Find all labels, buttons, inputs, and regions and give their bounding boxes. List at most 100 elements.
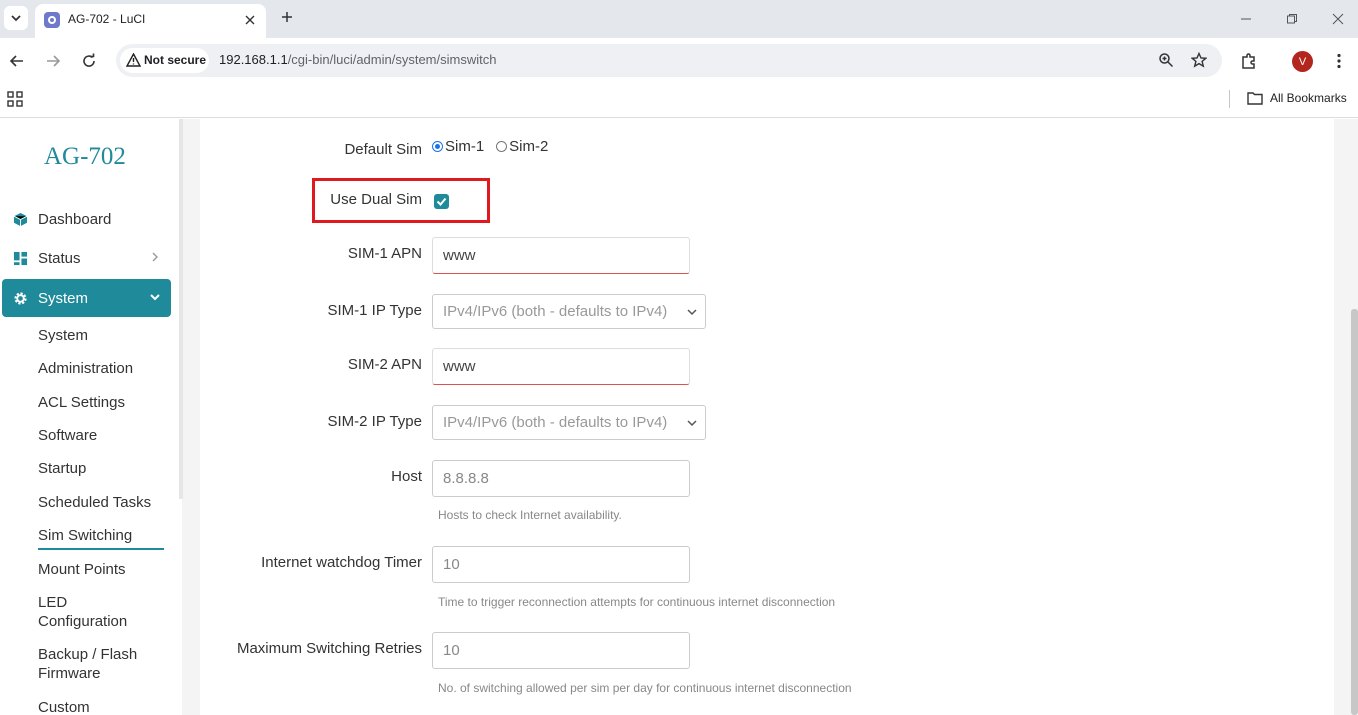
arrow-right-icon (47, 55, 61, 67)
close-tab-button[interactable] (240, 10, 260, 30)
sidebar: AG-702 Dashboard Status System System Ad… (0, 119, 182, 715)
extensions-button[interactable] (1238, 50, 1260, 72)
nav-system-label: System (38, 289, 89, 307)
warning-icon (126, 53, 141, 67)
watchdog-timer-hint: Time to trigger reconnection attempts fo… (438, 595, 836, 609)
host-input[interactable]: 8.8.8.8 (432, 460, 690, 497)
sub-sim-switching[interactable]: Sim Switching (38, 526, 164, 550)
sub-led-configuration[interactable]: LED Configuration (38, 593, 148, 631)
close-icon (1332, 13, 1344, 25)
sub-scheduled-tasks[interactable]: Scheduled Tasks (38, 493, 168, 512)
radio-selected-icon (432, 141, 443, 152)
use-dual-sim-label: Use Dual Sim (330, 191, 422, 208)
max-retries-input[interactable]: 10 (432, 632, 690, 669)
nav-status-label: Status (38, 249, 81, 267)
tab-title: AG-702 - LuCI (68, 12, 146, 26)
sim1-ip-type-value: IPv4/IPv6 (both - defaults to IPv4) (443, 303, 668, 320)
sim-1-radio[interactable]: Sim-1 (432, 138, 484, 155)
reload-button[interactable] (78, 50, 100, 72)
nav-dashboard-label: Dashboard (38, 210, 112, 228)
profile-avatar[interactable]: V (1292, 51, 1313, 72)
menu-button[interactable] (1328, 50, 1350, 72)
favicon-icon (44, 12, 60, 28)
chevron-down-icon (687, 309, 697, 316)
chevron-right-icon (152, 252, 158, 262)
default-sim-label: Default Sim (344, 141, 422, 158)
minimize-button[interactable] (1236, 9, 1256, 29)
sub-administration[interactable]: Administration (38, 359, 168, 378)
sim1-ip-type-select[interactable]: IPv4/IPv6 (both - defaults to IPv4) (432, 294, 706, 329)
url-host: 192.168.1.1 (219, 52, 288, 67)
sim1-apn-label: SIM-1 APN (347, 245, 422, 262)
nav-dashboard[interactable]: Dashboard (2, 200, 171, 238)
host-label: Host (391, 468, 422, 485)
chevron-down-icon (11, 15, 21, 22)
sim2-ip-type-label: SIM-2 IP Type (327, 413, 423, 430)
zoom-button[interactable] (1156, 50, 1176, 70)
grid-icon (13, 251, 28, 266)
sub-startup[interactable]: Startup (38, 459, 168, 478)
reload-icon (83, 53, 95, 67)
sub-backup-flash[interactable]: Backup / Flash Firmware (38, 645, 148, 683)
tab-search-button[interactable] (4, 6, 28, 30)
watchdog-timer-input[interactable]: 10 (432, 546, 690, 583)
default-sim-radio-group: Sim-1 Sim-2 (432, 138, 548, 155)
new-tab-button[interactable] (277, 7, 297, 27)
close-icon (245, 15, 255, 25)
address-bar[interactable]: Not secure 192.168.1.1/cgi-bin/luci/admi… (116, 44, 1222, 77)
sub-software[interactable]: Software (38, 426, 168, 445)
back-button[interactable] (6, 50, 28, 72)
zoom-icon (1159, 53, 1174, 68)
sim2-ip-type-select[interactable]: IPv4/IPv6 (both - defaults to IPv4) (432, 405, 706, 440)
cube-icon (13, 212, 28, 227)
browser-tab[interactable]: AG-702 - LuCI (35, 4, 266, 38)
sim2-ip-type-value: IPv4/IPv6 (both - defaults to IPv4) (443, 414, 668, 431)
plus-icon (282, 12, 292, 22)
watchdog-timer-label: Internet watchdog Timer (261, 554, 422, 571)
sim-1-radio-label: Sim-1 (445, 138, 485, 155)
nav-system[interactable]: System (2, 279, 171, 317)
security-label: Not secure (144, 53, 207, 67)
max-retries-label: Maximum Switching Retries (236, 640, 422, 657)
all-bookmarks-label: All Bookmarks (1270, 91, 1347, 105)
restore-icon (1287, 14, 1297, 24)
nav-status[interactable]: Status (2, 239, 171, 277)
restore-button[interactable] (1282, 9, 1302, 29)
sim1-apn-input[interactable]: www (432, 237, 690, 274)
browser-toolbar: Not secure 192.168.1.1/cgi-bin/luci/admi… (0, 38, 1358, 84)
sub-acl-settings[interactable]: ACL Settings (38, 393, 168, 412)
sim-2-radio-label: Sim-2 (509, 138, 549, 155)
tab-strip: AG-702 - LuCI (0, 0, 1358, 38)
security-chip[interactable]: Not secure (120, 48, 209, 73)
sim-2-radio[interactable]: Sim-2 (496, 138, 548, 155)
brand-title[interactable]: AG-702 (44, 143, 126, 171)
star-icon (1191, 52, 1207, 68)
forward-button[interactable] (42, 50, 64, 72)
puzzle-icon (1242, 53, 1255, 69)
main-content: Default Sim Sim-1 Sim-2 Use Dual Sim SIM… (200, 119, 1334, 715)
url-text: 192.168.1.1/cgi-bin/luci/admin/system/si… (219, 52, 496, 67)
all-bookmarks-button[interactable]: All Bookmarks (1247, 91, 1347, 105)
luci-page: AG-702 Dashboard Status System System Ad… (0, 119, 1358, 715)
sub-custom[interactable]: Custom (38, 698, 168, 715)
minimize-icon (1241, 18, 1251, 20)
chevron-down-icon (150, 294, 160, 301)
url-path: /cgi-bin/luci/admin/system/simswitch (287, 52, 497, 67)
close-window-button[interactable] (1328, 9, 1348, 29)
sim2-apn-label: SIM-2 APN (347, 356, 422, 373)
max-retries-hint: No. of switching allowed per sim per day… (438, 681, 852, 695)
page-scrollbar[interactable] (1351, 309, 1358, 715)
sub-system[interactable]: System (38, 326, 168, 345)
folder-icon (1247, 92, 1263, 105)
kebab-menu-icon (1337, 53, 1341, 69)
host-hint: Hosts to check Internet availability. (438, 508, 622, 522)
use-dual-sim-checkbox[interactable] (434, 194, 449, 209)
sidebar-scrollbar[interactable] (179, 119, 183, 499)
apps-grid-icon[interactable] (7, 91, 23, 107)
bookmark-star-button[interactable] (1189, 50, 1209, 70)
arrow-left-icon (9, 55, 23, 67)
bookmarks-divider (1229, 90, 1230, 108)
bookmarks-bar: All Bookmarks (0, 84, 1358, 118)
sub-mount-points[interactable]: Mount Points (38, 560, 168, 579)
sim2-apn-input[interactable]: www (432, 348, 690, 385)
